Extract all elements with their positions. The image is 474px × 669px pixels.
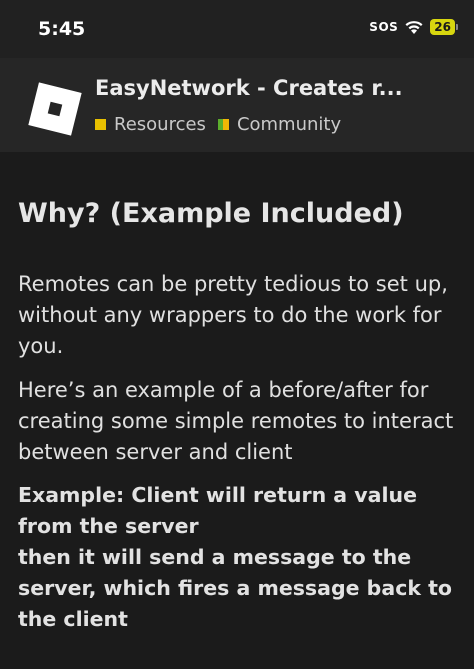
- topic-title[interactable]: EasyNetwork - Creates r...: [95, 76, 415, 100]
- topic-categories: Resources Community: [95, 114, 367, 135]
- topic-header[interactable]: EasyNetwork - Creates r... Resources Com…: [0, 58, 474, 152]
- example-line: then it will send a message to the serve…: [18, 545, 452, 631]
- category-community[interactable]: Community: [217, 114, 342, 135]
- battery-level: 26: [430, 19, 455, 35]
- roblox-logo-icon[interactable]: [27, 81, 83, 137]
- status-time: 5:45: [38, 18, 86, 40]
- battery-cap: [456, 24, 458, 30]
- example-line: Example: Client will return a value from…: [18, 483, 417, 538]
- post-paragraph: Here’s an example of a before/after for …: [18, 378, 454, 464]
- battery-indicator: 26: [430, 19, 458, 35]
- post-content: Why? (Example Included) Remotes can be p…: [18, 152, 460, 635]
- status-bar: 5:45 SOS 26: [0, 0, 474, 58]
- category-label: Resources: [114, 114, 206, 135]
- category-color-swatch: [217, 119, 229, 130]
- post-heading: Why? (Example Included): [18, 198, 404, 229]
- sos-indicator: SOS: [369, 20, 399, 34]
- status-indicators: SOS 26: [369, 19, 458, 35]
- category-color-swatch: [95, 119, 106, 130]
- category-resources[interactable]: Resources: [95, 114, 206, 135]
- post-paragraph: Remotes can be pretty tedious to set up,…: [18, 272, 448, 358]
- wifi-icon: [405, 21, 423, 34]
- example-description: Example: Client will return a value from…: [18, 480, 460, 635]
- category-label: Community: [236, 114, 342, 135]
